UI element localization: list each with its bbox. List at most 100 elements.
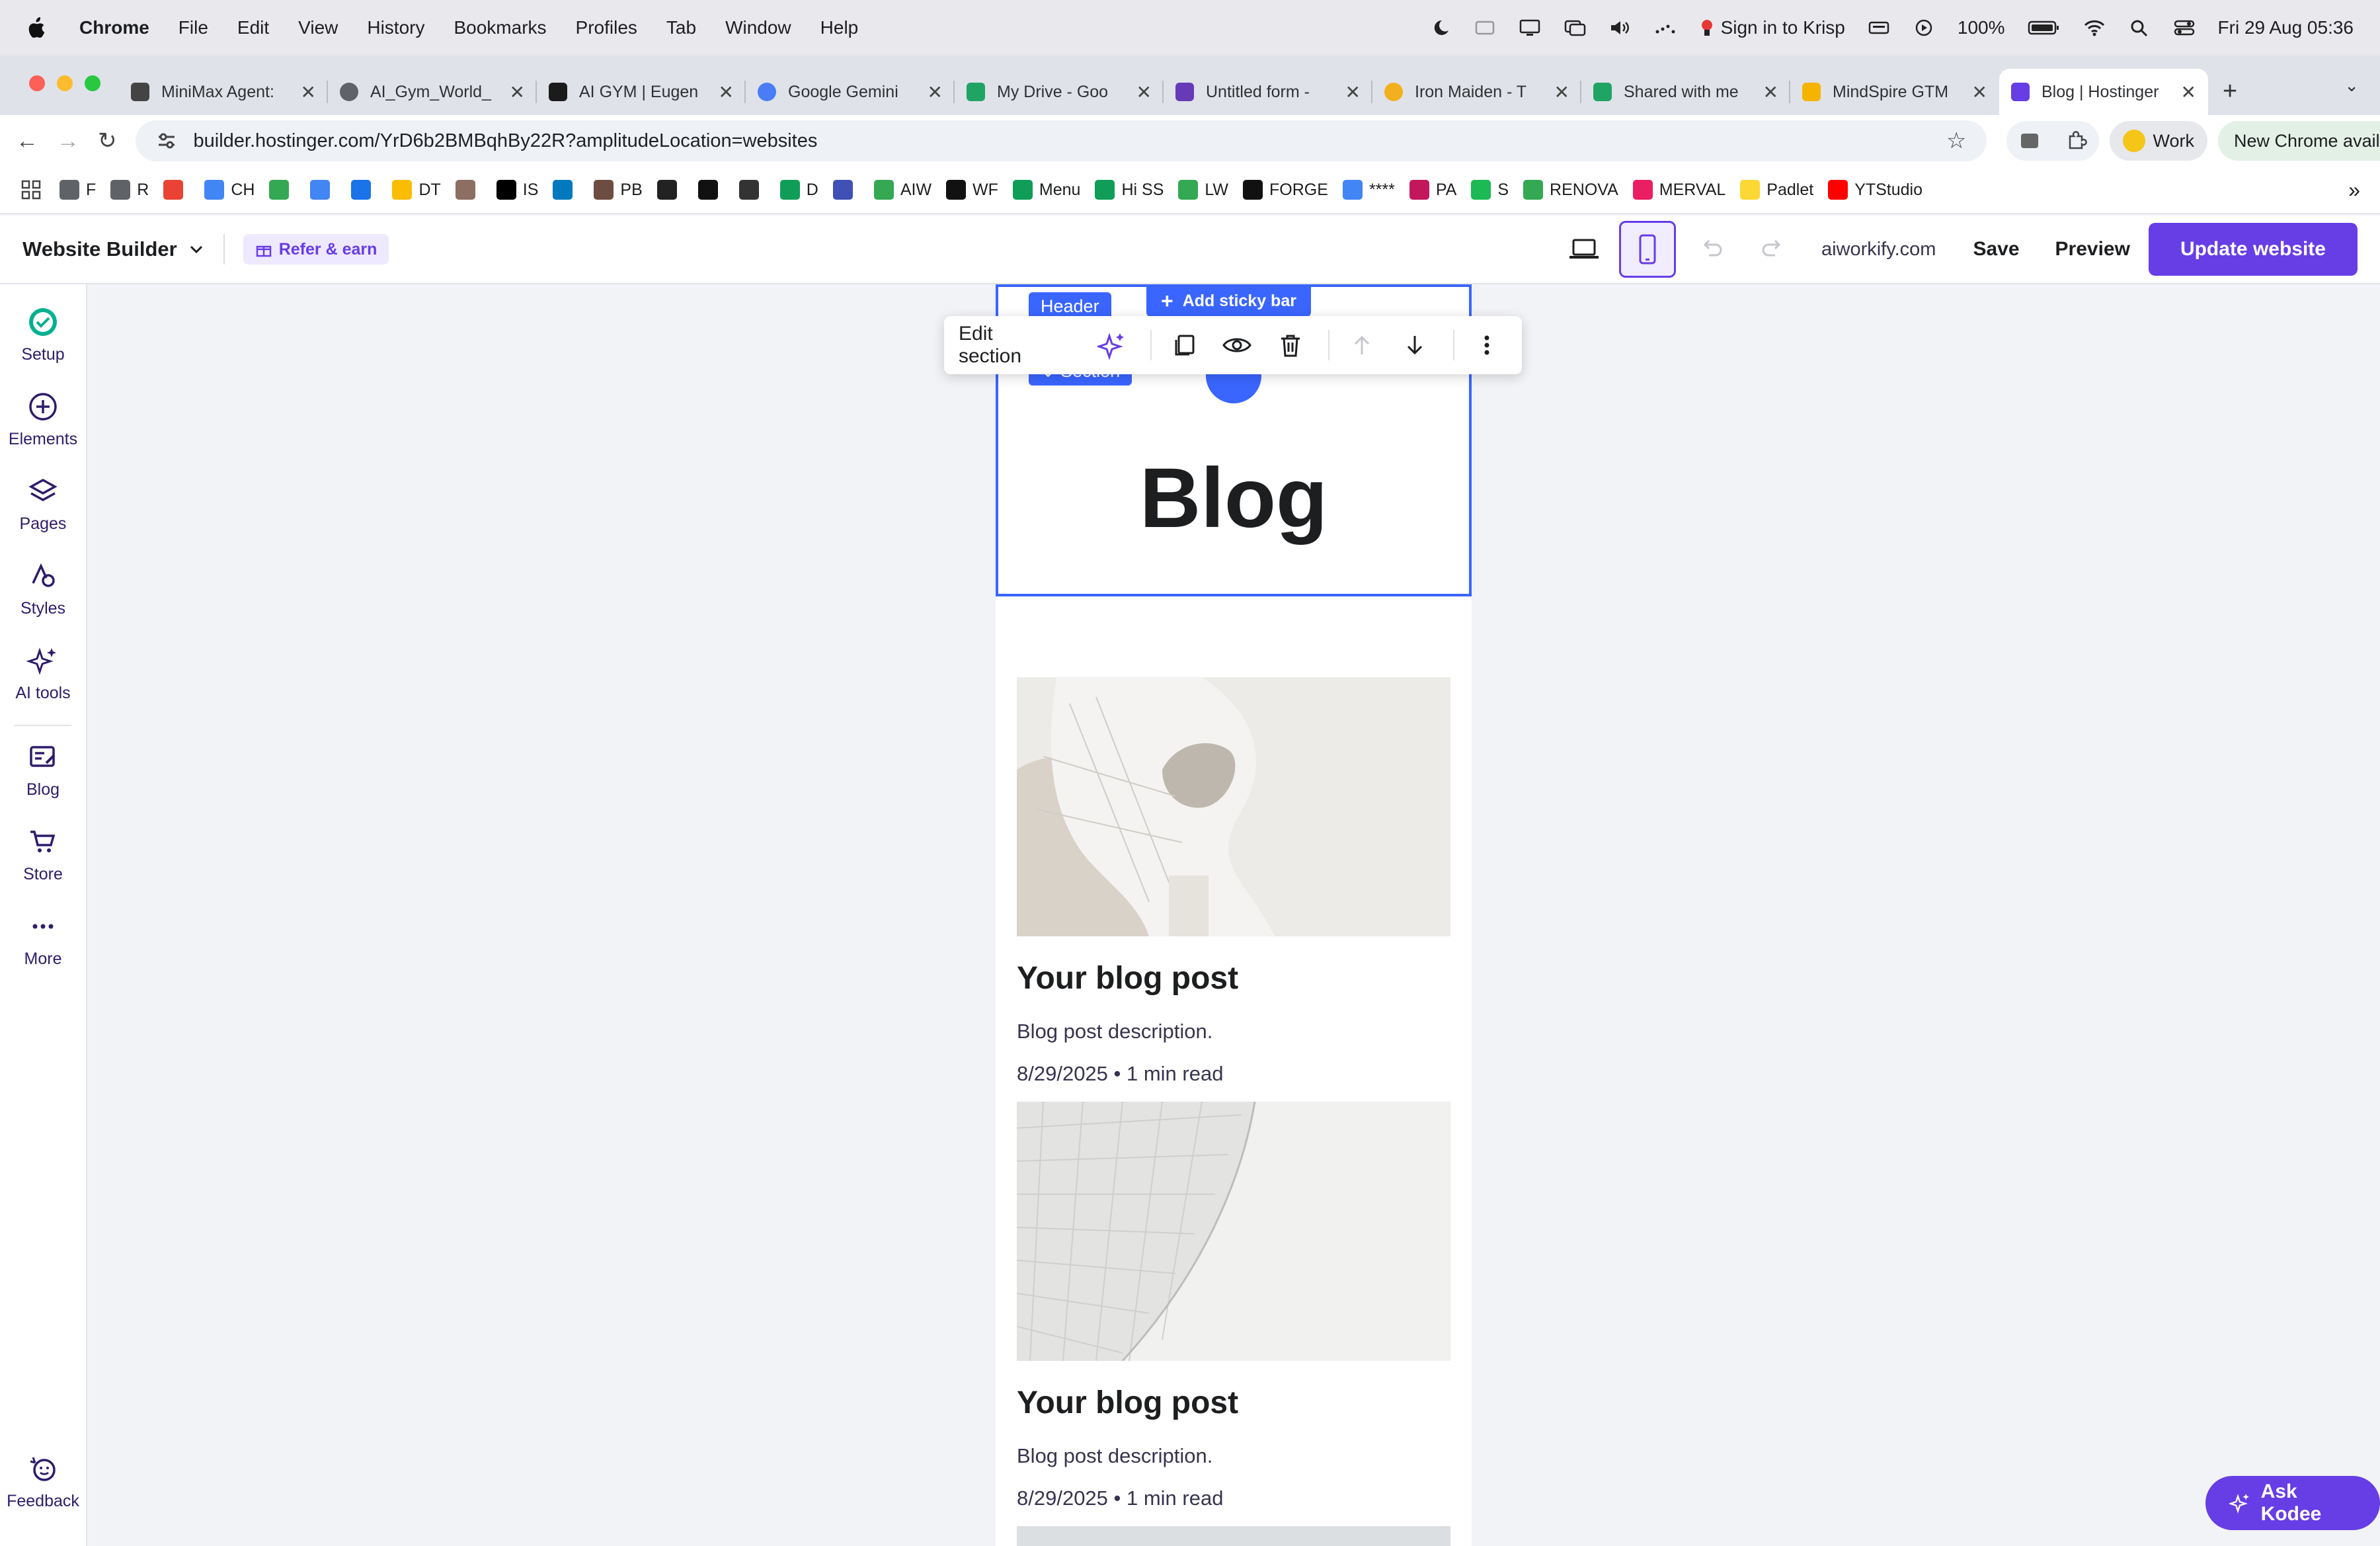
play-circle-icon[interactable] [1913, 19, 1935, 37]
move-up-arrow-icon[interactable] [1341, 324, 1382, 366]
browser-tab[interactable]: AI_Gym_World_ ✕ [328, 69, 537, 115]
menu-bookmarks[interactable]: Bookmarks [454, 17, 546, 38]
bookmark-item[interactable]: WF [946, 180, 998, 200]
page-heading[interactable]: Blog [996, 450, 1472, 547]
bookmark-item[interactable]: DT [392, 180, 441, 200]
post-image[interactable] [1017, 677, 1450, 936]
apps-grid-icon[interactable] [20, 179, 42, 201]
reload-icon[interactable]: ↻ [98, 126, 117, 155]
moon-icon[interactable] [1429, 19, 1451, 37]
menu-view[interactable]: View [298, 17, 338, 38]
bookmark-item[interactable]: D [779, 180, 818, 200]
bookmark-item[interactable]: MERVAL [1632, 180, 1726, 200]
menu-help[interactable]: Help [820, 17, 859, 38]
clock[interactable]: Fri 29 Aug 05:36 [2218, 17, 2354, 38]
browser-tab[interactable]: MiniMax Agent: ✕ [119, 69, 328, 115]
sidebar-item-store[interactable]: Store [0, 824, 86, 884]
preview-button[interactable]: Preview [2055, 238, 2130, 261]
desktop-view-button[interactable] [1556, 221, 1612, 278]
browser-tab[interactable]: MindSpire GTM ✕ [1790, 69, 1999, 115]
bookmark-item[interactable] [553, 180, 579, 200]
ask-kodee-button[interactable]: Ask Kodee [2205, 1476, 2380, 1530]
menu-file[interactable]: File [178, 17, 208, 38]
mobile-view-button[interactable] [1618, 221, 1676, 278]
close-tab-icon[interactable]: ✕ [1136, 81, 1152, 103]
puzzle-icon[interactable] [2065, 130, 2087, 152]
bookmark-item[interactable]: CH [204, 180, 255, 200]
refer-earn-button[interactable]: Refer & earn [243, 234, 389, 264]
bookmark-item[interactable]: AIW [873, 180, 932, 200]
mobile-canvas[interactable]: Header + Add sticky bar ⌄ Section Blog Y… [996, 284, 1472, 1546]
sidebar-item-elements[interactable]: Elements [0, 389, 86, 449]
bookmark-item[interactable]: RENOVA [1523, 180, 1618, 200]
bookmark-item[interactable]: PA [1409, 180, 1456, 200]
browser-tab[interactable]: Google Gemini ✕ [746, 69, 955, 115]
battery-icon[interactable] [2028, 19, 2061, 37]
close-tab-icon[interactable]: ✕ [1763, 81, 1778, 103]
browser-tab[interactable]: Shared with me ✕ [1581, 69, 1790, 115]
apple-icon[interactable] [26, 17, 46, 39]
section-more-kebab-icon[interactable] [1466, 324, 1507, 366]
trash-icon[interactable] [1269, 324, 1310, 366]
bookmark-item[interactable]: R [110, 180, 149, 200]
browser-tab[interactable]: AI GYM | Eugen ✕ [537, 69, 746, 115]
sidebar-item-setup[interactable]: Setup [0, 304, 86, 364]
bookmark-item[interactable] [310, 180, 337, 200]
minimize-window-button[interactable] [57, 75, 73, 91]
post-title[interactable]: Your blog post [1017, 960, 1238, 997]
menu-tab[interactable]: Tab [666, 17, 696, 38]
volume-icon[interactable] [1608, 19, 1631, 37]
update-website-button[interactable]: Update website [2148, 223, 2358, 276]
activity-icon[interactable] [1653, 19, 1676, 37]
duplicate-icon[interactable] [1164, 324, 1205, 366]
bookmark-item[interactable] [656, 180, 684, 200]
sidebar-item-feedback[interactable]: Feedback [0, 1451, 86, 1511]
bookmark-item[interactable] [269, 180, 296, 200]
back-arrow-icon[interactable]: ← [16, 126, 38, 155]
bookmark-item[interactable] [832, 180, 859, 200]
bookmark-item[interactable]: FORGE [1243, 180, 1328, 200]
move-down-arrow-icon[interactable] [1394, 324, 1435, 366]
bookmark-item[interactable]: S [1471, 180, 1509, 200]
keyboard-icon[interactable] [1868, 19, 1890, 37]
bookmark-item[interactable] [351, 180, 377, 200]
new-tab-icon[interactable]: + [2223, 77, 2237, 106]
forward-arrow-icon[interactable]: → [57, 126, 79, 155]
add-sticky-bar-button[interactable]: + Add sticky bar [1146, 284, 1311, 317]
wifi-icon[interactable] [2083, 19, 2106, 37]
sidebar-item-blog[interactable]: Blog [0, 739, 86, 799]
menu-window[interactable]: Window [725, 17, 791, 38]
browser-tab-active[interactable]: Blog | Hostinger ✕ [1999, 69, 2208, 115]
bookmark-item[interactable] [163, 180, 190, 200]
chrome-update-button[interactable]: New Chrome available ⋮ [2218, 121, 2380, 161]
website-builder-menu[interactable]: Website Builder [22, 237, 205, 261]
site-domain[interactable]: aiworkify.com [1821, 239, 1936, 261]
menu-history[interactable]: History [367, 17, 424, 38]
extension-screenshot-icon[interactable] [2018, 130, 2041, 152]
tab-search-chevron-icon[interactable]: ⌄ [2344, 75, 2359, 96]
ai-sparkles-icon[interactable] [1091, 324, 1132, 366]
display-icon[interactable] [1519, 19, 1541, 37]
browser-tab[interactable]: My Drive - Goo ✕ [955, 69, 1164, 115]
redo-button[interactable] [1749, 226, 1795, 272]
zoom-window-button[interactable] [85, 75, 100, 91]
bookmark-item[interactable]: **** [1342, 180, 1395, 200]
profile-button[interactable]: Work [2109, 121, 2208, 161]
edit-section-button[interactable]: Edit section [959, 323, 1058, 368]
sidebar-item-more[interactable]: More [0, 909, 86, 969]
close-tab-icon[interactable]: ✕ [1554, 81, 1569, 103]
bookmarks-overflow-icon[interactable]: » [2348, 178, 2360, 202]
post-image[interactable] [1017, 1102, 1450, 1361]
close-tab-icon[interactable]: ✕ [510, 81, 525, 103]
undo-button[interactable] [1689, 226, 1735, 272]
bookmark-item[interactable] [455, 180, 482, 200]
screen-mirror-icon[interactable] [1564, 19, 1586, 37]
bookmark-item[interactable]: F [60, 180, 96, 200]
close-window-button[interactable] [29, 75, 45, 91]
browser-tab[interactable]: Untitled form - ✕ [1164, 69, 1372, 115]
bookmark-item[interactable]: Hi SS [1095, 180, 1164, 200]
menu-edit[interactable]: Edit [237, 17, 269, 38]
bookmark-item[interactable] [738, 180, 766, 200]
bookmark-item[interactable]: Menu [1012, 180, 1080, 200]
close-tab-icon[interactable]: ✕ [1345, 81, 1361, 103]
